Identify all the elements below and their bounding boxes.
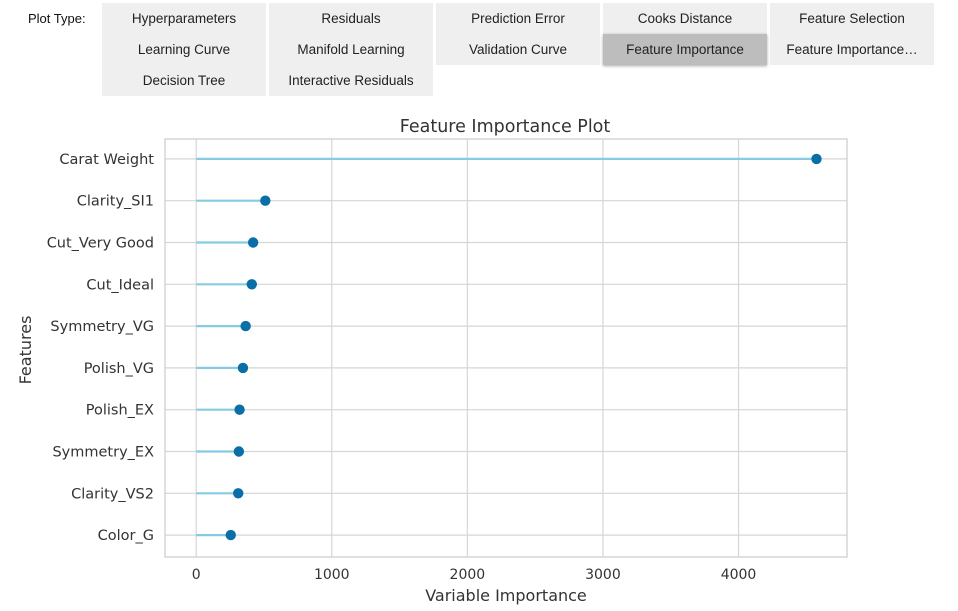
category-label: Polish_EX	[86, 403, 154, 419]
chart-title: Feature Importance Plot	[400, 117, 611, 137]
data-point	[247, 237, 259, 248]
data-point	[234, 404, 245, 415]
x-tick-label: 3000	[585, 567, 621, 583]
x-tick-label: 1000	[314, 567, 350, 583]
x-tick-label: 2000	[450, 567, 486, 583]
data-point	[240, 320, 251, 332]
x-tick-label: 4000	[721, 567, 757, 583]
y-axis-label: Features	[16, 316, 35, 385]
feature-importance-chart: Feature Importance Plot Carat Weight Clar…	[16, 117, 848, 605]
category-label: Clarity_SI1	[77, 194, 154, 210]
data-point	[811, 153, 822, 165]
data-point	[237, 362, 249, 374]
category-label: Polish_VG	[84, 361, 154, 377]
data-point	[225, 529, 236, 541]
data-point	[233, 488, 244, 499]
data-point	[260, 195, 271, 206]
category-label: Cut_Very Good	[47, 236, 154, 252]
category-label: Cut_Ideal	[86, 277, 154, 293]
chart-stems	[196, 157, 817, 537]
chart-x-tick-labels: 0 1000 2000 3000 4000	[192, 567, 757, 583]
category-label: Symmetry_VG	[50, 319, 154, 335]
chart-points	[225, 153, 822, 541]
x-tick-label: 0	[192, 567, 201, 583]
x-axis-label: Variable Importance	[425, 586, 587, 605]
data-point	[246, 279, 257, 290]
data-point	[233, 446, 245, 457]
category-label: Carat Weight	[59, 152, 154, 168]
chart-category-labels: Carat Weight Clarity_SI1 Cut_Very Good Cut_…	[47, 152, 155, 544]
category-label: Clarity_VS2	[71, 486, 154, 502]
category-label: Color_G	[98, 528, 154, 544]
category-label: Symmetry_EX	[52, 445, 154, 461]
